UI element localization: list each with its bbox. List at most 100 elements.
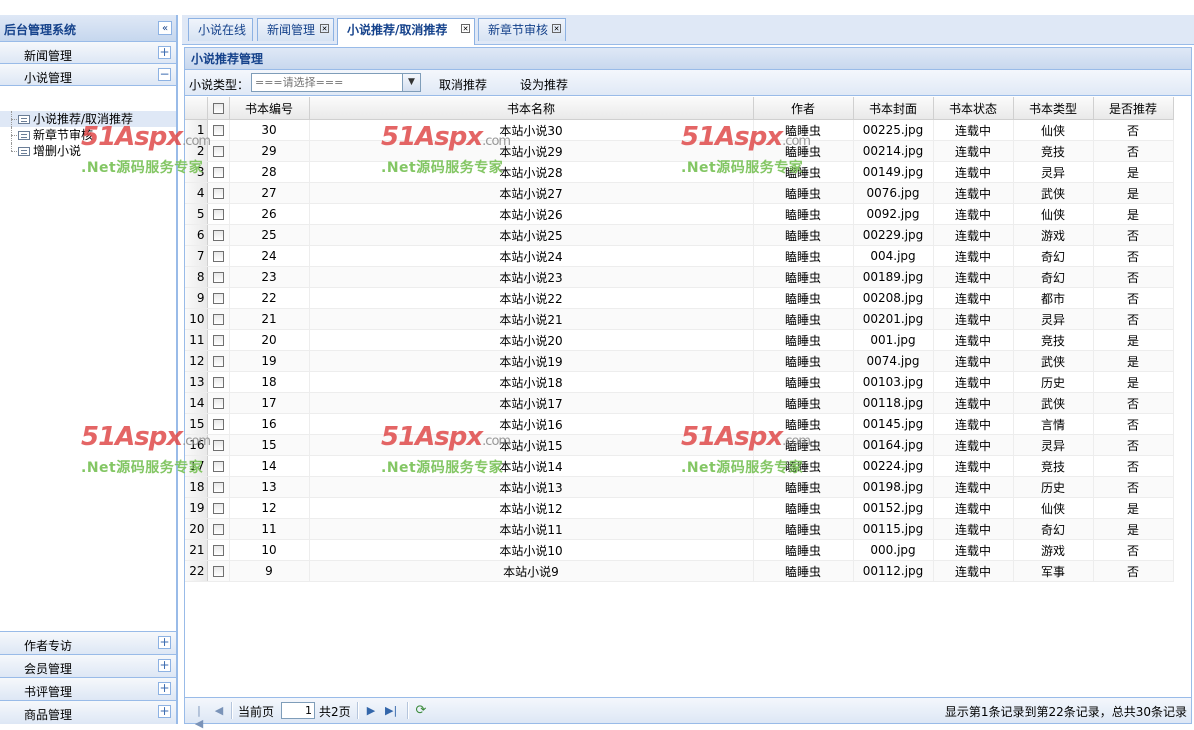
row-checkbox[interactable]: [212, 335, 224, 346]
row-checkbox[interactable]: [212, 125, 224, 136]
row-checkbox[interactable]: [212, 293, 224, 304]
main-area: 小说在线 新闻管理 ✕ 小说推荐/取消推荐 ✕ 新章节审核 ✕ 小说推荐管理 小…: [182, 15, 1194, 730]
table-row[interactable]: 4 27 本站小说27 瞌睡虫 0076.jpg 连载中 武侠是: [185, 182, 1174, 204]
table-row[interactable]: 17 14 本站小说14 瞌睡虫 00224.jpg 连载中 竞技否: [185, 455, 1174, 477]
row-checkbox[interactable]: [212, 188, 224, 199]
cell-rec: 否: [1093, 266, 1174, 288]
novel-type-input[interactable]: [255, 75, 405, 90]
table-row[interactable]: 11 20 本站小说20 瞌睡虫 001.jpg 连载中 竞技是: [185, 329, 1174, 351]
expand-icon[interactable]: +: [158, 659, 171, 672]
table-row[interactable]: 16 15 本站小说15 瞌睡虫 00164.jpg 连载中 灵异否: [185, 434, 1174, 456]
collapse-icon[interactable]: −: [158, 68, 171, 81]
cell-status: 连载中: [933, 266, 1014, 288]
column-header[interactable]: 书本类型: [1013, 97, 1094, 120]
expand-icon[interactable]: +: [158, 682, 171, 695]
grid-container: 书本编号 书本名称 作者 书本封面 书本状态 书本类型 是否推荐 1 30 本站小说…: [185, 97, 1191, 691]
close-icon[interactable]: ✕: [320, 24, 329, 33]
cell-rec: 是: [1093, 350, 1174, 372]
prev-page-icon[interactable]: ◀: [213, 704, 225, 717]
column-header[interactable]: 书本状态: [933, 97, 1014, 120]
row-checkbox[interactable]: [212, 209, 224, 220]
column-header[interactable]: 书本名称: [309, 97, 754, 120]
select-all-checkbox[interactable]: [212, 103, 224, 114]
row-checkbox[interactable]: [212, 419, 224, 430]
cancel-recommend-button[interactable]: 取消推荐: [439, 76, 487, 93]
table-row[interactable]: 22 9 本站小说9 瞌睡虫 00112.jpg 连载中 军事否: [185, 560, 1174, 582]
cell-status: 连载中: [933, 329, 1014, 351]
accordion-label: 会员管理: [24, 662, 73, 676]
column-header[interactable]: 书本封面: [853, 97, 934, 120]
row-checkbox[interactable]: [212, 566, 224, 577]
set-recommend-button[interactable]: 设为推荐: [520, 76, 568, 93]
tab-chapter-review[interactable]: 新章节审核 ✕: [478, 18, 566, 41]
column-header[interactable]: 是否推荐: [1093, 97, 1174, 120]
tree-item-recommend[interactable]: 小说推荐/取消推荐: [0, 111, 176, 127]
table-row[interactable]: 6 25 本站小说25 瞌睡虫 00229.jpg 连载中 游戏否: [185, 224, 1174, 246]
cell-id: 10: [229, 539, 310, 561]
table-row[interactable]: 20 11 本站小说11 瞌睡虫 00115.jpg 连载中 奇幻是: [185, 518, 1174, 540]
tab-recommend[interactable]: 小说推荐/取消推荐 ✕: [337, 18, 475, 45]
accordion-members[interactable]: 会员管理 +: [0, 655, 176, 678]
table-row[interactable]: 14 17 本站小说17 瞌睡虫 00118.jpg 连载中 武侠否: [185, 392, 1174, 414]
cell-rec: 否: [1093, 560, 1174, 582]
accordion-reviews[interactable]: 书评管理 +: [0, 678, 176, 701]
row-checkbox[interactable]: [212, 251, 224, 262]
table-row[interactable]: 7 24 本站小说24 瞌睡虫 004.jpg 连载中 奇幻否: [185, 245, 1174, 267]
row-checkbox[interactable]: [212, 167, 224, 178]
table-row[interactable]: 10 21 本站小说21 瞌睡虫 00201.jpg 连载中 灵异否: [185, 308, 1174, 330]
accordion-novels[interactable]: 小说管理 −: [0, 64, 176, 86]
pager-separator: [357, 702, 359, 719]
current-page-input[interactable]: [281, 702, 315, 719]
table-row[interactable]: 2 29 本站小说29 瞌睡虫 00214.jpg 连载中 竞技否: [185, 140, 1174, 162]
row-checkbox[interactable]: [212, 503, 224, 514]
accordion-author-interview[interactable]: 作者专访 +: [0, 632, 176, 655]
accordion-products[interactable]: 商品管理 +: [0, 701, 176, 724]
row-checkbox[interactable]: [212, 356, 224, 367]
tree-item-manage-novels[interactable]: 增删小说: [0, 143, 176, 159]
refresh-icon[interactable]: ⟳: [415, 704, 427, 717]
tree-item-chapter-review[interactable]: 新章节审核: [0, 127, 176, 143]
row-checkbox[interactable]: [212, 482, 224, 493]
cell-rec: 是: [1093, 371, 1174, 393]
row-checkbox[interactable]: [212, 377, 224, 388]
tab-news-management[interactable]: 新闻管理 ✕: [257, 18, 334, 41]
table-row[interactable]: 15 16 本站小说16 瞌睡虫 00145.jpg 连载中 言情否: [185, 413, 1174, 435]
row-checkbox[interactable]: [212, 398, 224, 409]
row-checkbox[interactable]: [212, 461, 224, 472]
table-row[interactable]: 9 22 本站小说22 瞌睡虫 00208.jpg 连载中 都市否: [185, 287, 1174, 309]
row-checkbox[interactable]: [212, 230, 224, 241]
expand-icon[interactable]: +: [158, 46, 171, 59]
total-pages: 共2页: [319, 705, 351, 719]
row-checkbox[interactable]: [212, 314, 224, 325]
table-row[interactable]: 19 12 本站小说12 瞌睡虫 00152.jpg 连载中 仙侠是: [185, 497, 1174, 519]
row-checkbox[interactable]: [212, 524, 224, 535]
table-row[interactable]: 21 10 本站小说10 瞌睡虫 000.jpg 连载中 游戏否: [185, 539, 1174, 561]
next-page-icon[interactable]: ▶: [365, 704, 377, 717]
table-row[interactable]: 1 30 本站小说30 瞌睡虫 00225.jpg 连载中 仙侠否: [185, 119, 1174, 141]
column-header[interactable]: 作者: [753, 97, 854, 120]
table-row[interactable]: 3 28 本站小说28 瞌睡虫 00149.jpg 连载中 灵异是: [185, 161, 1174, 183]
row-checkbox[interactable]: [212, 440, 224, 451]
close-icon[interactable]: ✕: [461, 24, 470, 33]
accordion-label: 小说管理: [24, 71, 73, 85]
table-row[interactable]: 18 13 本站小说13 瞌睡虫 00198.jpg 连载中 历史否: [185, 476, 1174, 498]
cell-status: 连载中: [933, 560, 1014, 582]
last-page-icon[interactable]: ▶|: [385, 704, 397, 717]
table-row[interactable]: 13 18 本站小说18 瞌睡虫 00103.jpg 连载中 历史是: [185, 371, 1174, 393]
row-checkbox[interactable]: [212, 272, 224, 283]
accordion-news[interactable]: 新闻管理 +: [0, 42, 176, 64]
table-row[interactable]: 8 23 本站小说23 瞌睡虫 00189.jpg 连载中 奇幻否: [185, 266, 1174, 288]
chevron-down-icon[interactable]: ▼: [402, 74, 420, 91]
novel-type-select[interactable]: ▼: [251, 73, 421, 92]
row-checkbox[interactable]: [212, 545, 224, 556]
row-checkbox[interactable]: [212, 146, 224, 157]
first-page-icon[interactable]: |◀: [193, 704, 205, 730]
close-icon[interactable]: ✕: [552, 24, 561, 33]
tab-novel-online[interactable]: 小说在线: [188, 18, 253, 41]
table-row[interactable]: 5 26 本站小说26 瞌睡虫 0092.jpg 连载中 仙侠是: [185, 203, 1174, 225]
collapse-sidebar-icon[interactable]: «: [158, 21, 172, 35]
expand-icon[interactable]: +: [158, 636, 171, 649]
column-header[interactable]: 书本编号: [229, 97, 310, 120]
table-row[interactable]: 12 19 本站小说19 瞌睡虫 0074.jpg 连载中 武侠是: [185, 350, 1174, 372]
expand-icon[interactable]: +: [158, 705, 171, 718]
